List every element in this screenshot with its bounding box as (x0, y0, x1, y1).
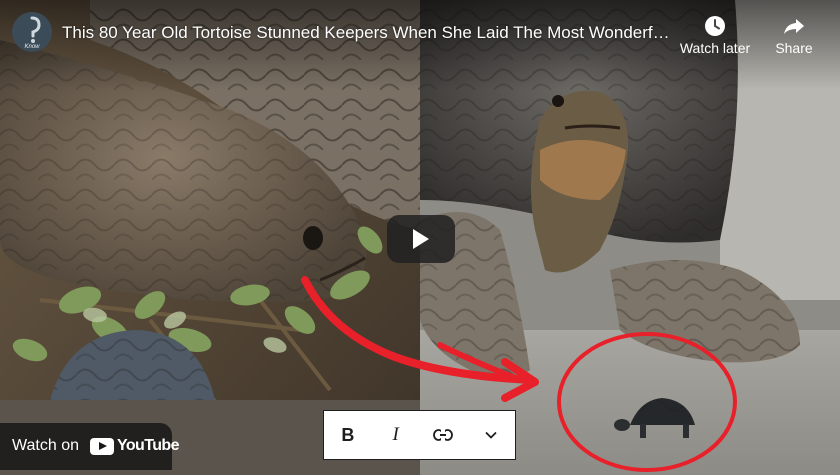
link-button[interactable] (420, 411, 468, 459)
share-label: Share (775, 40, 813, 56)
chevron-down-icon (485, 431, 497, 439)
watch-later-label: Watch later (679, 40, 751, 56)
watch-on-youtube-button[interactable]: Watch on YouTube (0, 423, 179, 470)
link-icon (433, 429, 454, 441)
bold-button[interactable]: B (324, 411, 372, 459)
watch-on-label: Watch on (12, 437, 79, 454)
video-title[interactable]: This 80 Year Old Tortoise Stunned Keeper… (62, 22, 672, 44)
more-options-button[interactable] (467, 411, 515, 459)
share-arrow-icon (784, 19, 804, 34)
editor-toolbar: B I (323, 410, 516, 460)
channel-avatar[interactable]: Know (12, 12, 52, 52)
youtube-wordmark: YouTube (117, 437, 179, 454)
clock-icon (705, 16, 725, 36)
watch-later-button[interactable]: Watch later (678, 14, 752, 56)
video-player[interactable]: Know This 80 Year Old Tortoise Stunned K… (0, 0, 840, 475)
svg-text:Know: Know (24, 44, 40, 50)
share-button[interactable]: Share (770, 14, 818, 56)
play-icon (413, 229, 429, 249)
italic-button[interactable]: I (372, 411, 420, 459)
youtube-play-icon (90, 438, 114, 455)
play-button[interactable] (387, 215, 455, 263)
